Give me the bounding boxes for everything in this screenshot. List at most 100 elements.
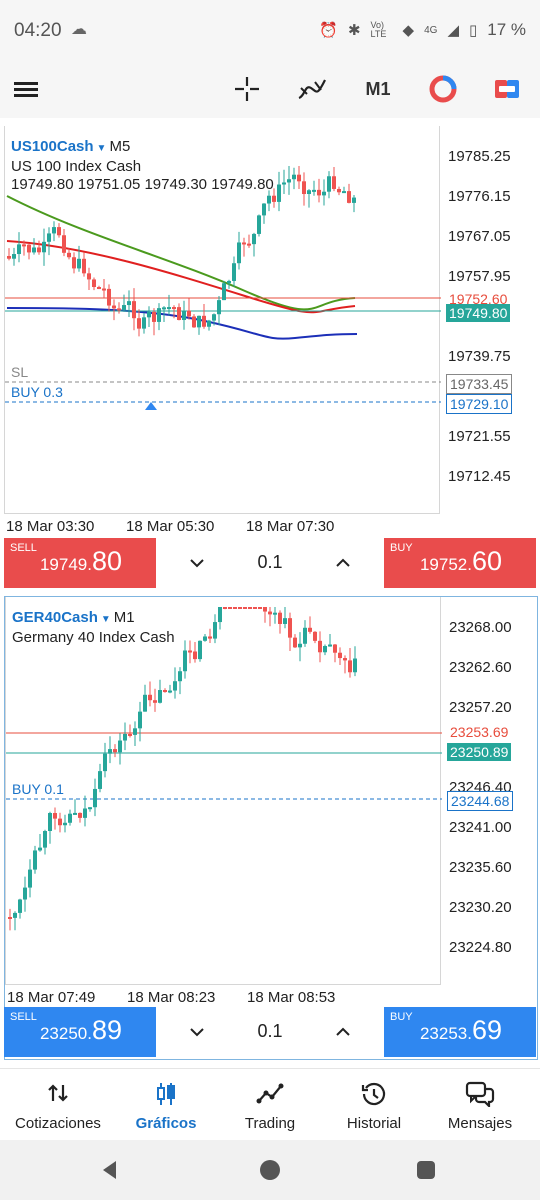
chart-area-us100[interactable]: US100Cash ▼ M5 US 100 Index Cash 19749.80 … <box>4 126 441 514</box>
signal-icon: ◢ <box>447 22 459 39</box>
candle <box>262 203 266 216</box>
candle <box>178 671 182 682</box>
candle <box>298 643 302 648</box>
price-tick: 19757.95 <box>448 268 511 285</box>
chevron-down-icon[interactable] <box>182 550 212 576</box>
caret-down-icon: ▼ <box>96 143 107 154</box>
buy-button[interactable]: BUY 19752.60 <box>384 538 536 588</box>
buy-position-label[interactable]: BUY 0.1 <box>12 781 64 797</box>
symbol-name: US100Cash <box>11 138 94 155</box>
candle <box>318 640 322 653</box>
symbol-label[interactable]: US100Cash ▼ M5 <box>11 138 130 155</box>
candle <box>193 651 197 660</box>
nav-label: Gráficos <box>135 1115 197 1132</box>
candle <box>277 184 281 202</box>
candle <box>102 288 106 291</box>
candle <box>57 227 61 236</box>
chart-panel-us100[interactable]: US100Cash ▼ M5 US 100 Index Cash 19749.80 … <box>4 126 538 590</box>
buy-position-label[interactable]: BUY 0.3 <box>11 384 63 400</box>
candle <box>78 812 82 818</box>
candle <box>133 728 137 735</box>
indicators-icon[interactable] <box>296 72 328 106</box>
home-icon[interactable] <box>258 1158 282 1182</box>
candle <box>232 263 236 281</box>
chevron-up-icon[interactable] <box>328 1019 358 1045</box>
bid-price-tag: 23250.89 <box>447 743 512 761</box>
buy-button[interactable]: BUY 23253.69 <box>384 1007 536 1057</box>
candle <box>8 917 12 919</box>
price-tick: 23241.00 <box>449 819 512 836</box>
candle <box>292 174 296 180</box>
candle <box>48 813 52 831</box>
candle <box>132 301 136 319</box>
sell-button[interactable]: SELL 23250.89 <box>4 1007 156 1057</box>
network-label: 4G <box>424 24 438 36</box>
candle <box>77 258 81 269</box>
candle <box>62 235 66 253</box>
volume-value[interactable]: 0.1 <box>240 1021 300 1042</box>
sell-price-main: 19749. <box>39 555 92 574</box>
candle <box>172 307 176 310</box>
chevron-up-icon[interactable] <box>328 550 358 576</box>
menu-icon[interactable] <box>12 72 40 106</box>
chart-area-ger40[interactable]: GER40Cash ▼ M1 Germany 40 Index Cash BUY 0… <box>5 597 442 985</box>
messages-icon <box>426 1081 534 1109</box>
candle <box>37 247 41 253</box>
chart-panel-ger40[interactable]: GER40Cash ▼ M1 Germany 40 Index Cash BUY 0… <box>4 596 538 1060</box>
candle <box>228 607 232 609</box>
nav-history[interactable]: Historial <box>320 1069 428 1141</box>
nav-trading[interactable]: Trading <box>216 1069 324 1141</box>
nav-messages[interactable]: Mensajes <box>426 1069 534 1141</box>
price-tick: 23235.60 <box>449 859 512 876</box>
candle <box>263 607 267 612</box>
candle <box>97 287 101 290</box>
candle <box>312 189 316 192</box>
nav-quotes[interactable]: Cotizaciones <box>4 1069 112 1141</box>
candle <box>113 749 117 753</box>
candle <box>353 658 357 673</box>
candle <box>198 640 202 660</box>
candle <box>307 190 311 195</box>
nav-charts[interactable]: Gráficos <box>112 1069 220 1141</box>
candle <box>72 257 76 269</box>
symbol-label[interactable]: GER40Cash ▼ M1 <box>12 609 135 626</box>
candle <box>7 256 11 259</box>
crosshair-icon[interactable] <box>232 72 262 106</box>
candle <box>302 181 306 195</box>
candle <box>258 607 262 609</box>
ask-price-tag: 23253.69 <box>447 723 512 741</box>
back-icon[interactable] <box>98 1158 122 1182</box>
candle <box>212 314 216 321</box>
price-tick: 23262.60 <box>449 659 512 676</box>
candle <box>223 607 227 609</box>
recents-icon[interactable] <box>414 1158 438 1182</box>
sell-button[interactable]: SELL 19749.80 <box>4 538 156 588</box>
candle <box>158 690 162 703</box>
trade-icon[interactable] <box>492 72 522 106</box>
timeframe-button[interactable]: M1 <box>358 72 398 106</box>
candle <box>152 311 156 322</box>
volume-control: 0.1 <box>156 538 384 588</box>
candle <box>252 233 256 245</box>
sell-price-main: 23250. <box>39 1024 92 1043</box>
candle <box>53 813 57 819</box>
symbol-timeframe: M5 <box>109 138 131 155</box>
candle <box>202 315 206 327</box>
candle <box>138 711 142 729</box>
candle <box>163 690 167 693</box>
candle <box>297 174 301 182</box>
nav-label: Historial <box>346 1115 402 1132</box>
candle <box>323 646 327 653</box>
volume-value[interactable]: 0.1 <box>240 552 300 573</box>
buy-arrow-icon <box>145 402 157 410</box>
nav-label: Cotizaciones <box>15 1115 101 1132</box>
buy-price-tag: 23244.68 <box>447 791 514 811</box>
one-click-trading-icon[interactable] <box>427 72 459 106</box>
trade-bar-us100: SELL 19749.80 0.1 BUY 19752.60 <box>4 538 538 588</box>
candle <box>253 607 257 609</box>
chevron-down-icon[interactable] <box>182 1019 212 1045</box>
candle <box>282 182 286 185</box>
price-tick: 23268.00 <box>449 619 512 636</box>
candle <box>17 244 21 255</box>
sell-price-big: 89 <box>91 1015 122 1045</box>
